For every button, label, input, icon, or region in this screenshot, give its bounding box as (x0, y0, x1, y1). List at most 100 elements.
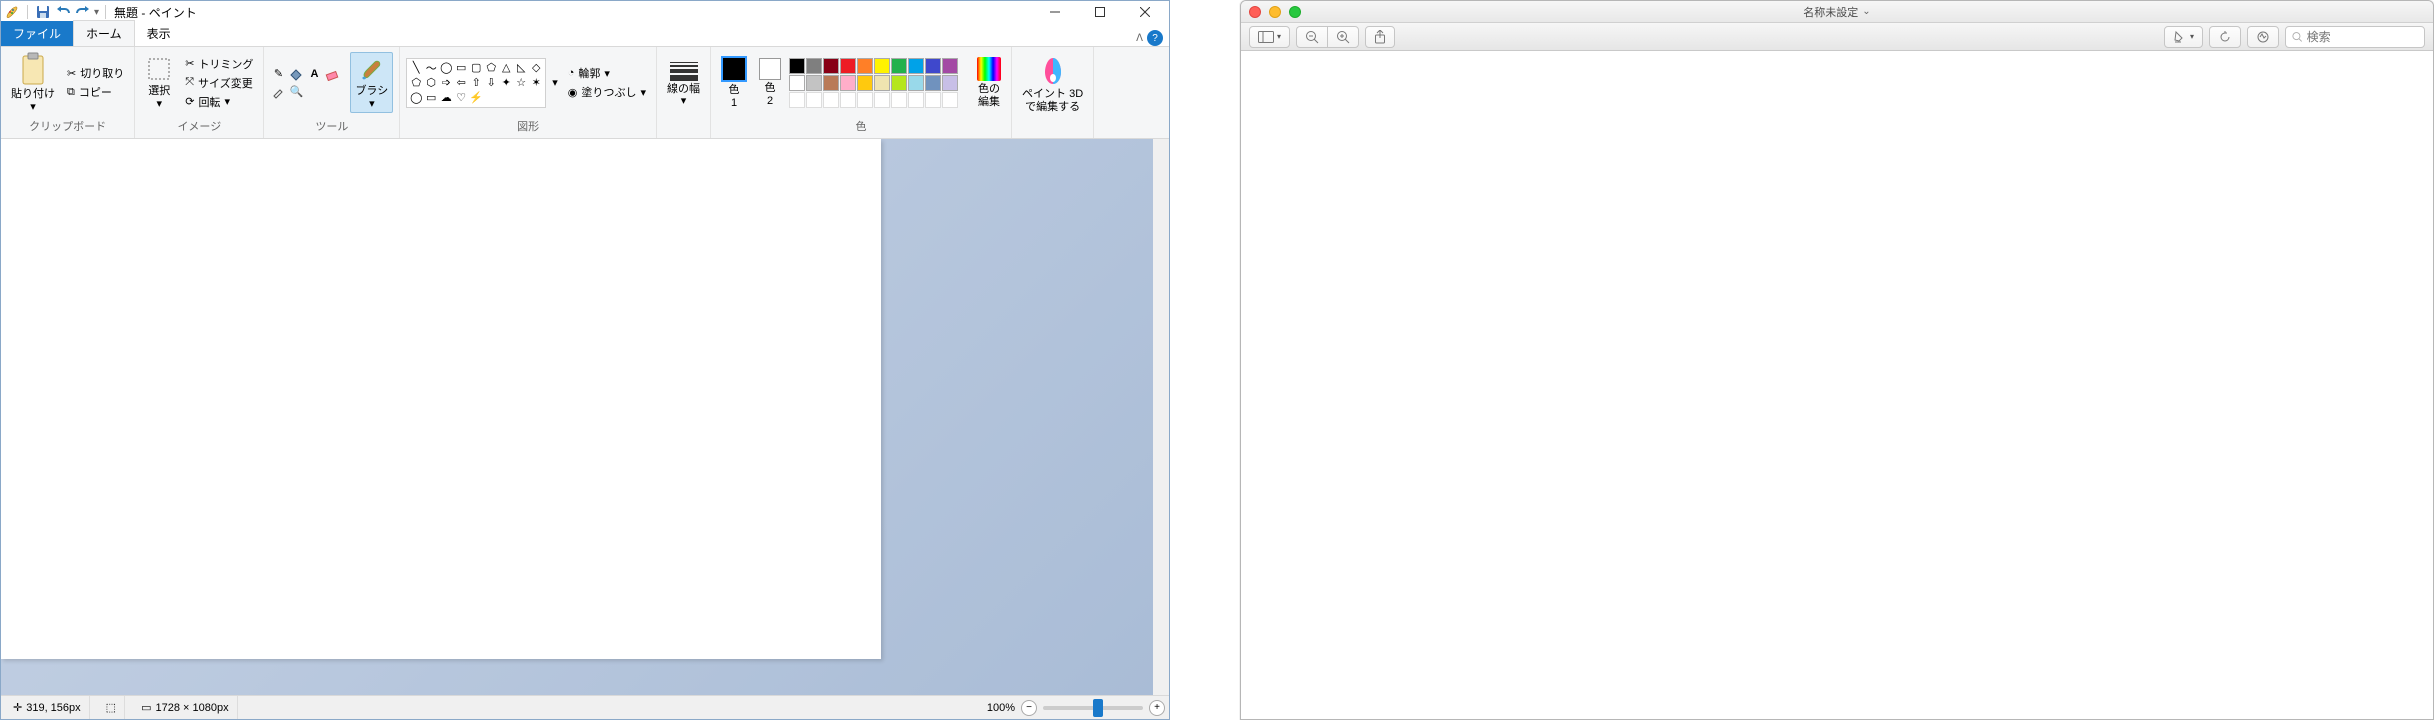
palette-swatch-empty[interactable] (942, 92, 958, 108)
shape-arrow-d[interactable]: ⇩ (484, 76, 498, 90)
resize-button[interactable]: ⤧サイズ変更 (181, 74, 257, 92)
tab-file[interactable]: ファイル (1, 21, 73, 46)
highlight-button[interactable]: ▾ (2164, 26, 2203, 48)
shape-outline-button[interactable]: ◔輪郭 ▾ (564, 64, 650, 82)
markup-button[interactable] (2247, 26, 2279, 48)
palette-swatch-empty[interactable] (891, 92, 907, 108)
shape-hexagon[interactable]: ⬡ (424, 76, 438, 90)
shape-diamond[interactable]: ◇ (529, 61, 543, 75)
shape-arrow-l[interactable]: ⇦ (454, 76, 468, 90)
palette-swatch[interactable] (925, 75, 941, 91)
shape-arrow-r[interactable]: ➩ (439, 76, 453, 90)
brush-button[interactable]: ブラシ▾ (350, 52, 393, 112)
help-icon[interactable]: ? (1147, 30, 1163, 46)
maximize-button[interactable] (1077, 1, 1122, 23)
zoom-out-button[interactable]: − (1021, 700, 1037, 716)
cut-button[interactable]: ✂切り取り (63, 64, 128, 82)
eraser-tool[interactable] (324, 66, 340, 82)
palette-swatch-empty[interactable] (806, 92, 822, 108)
zoom-in-button[interactable]: + (1149, 700, 1165, 716)
palette-swatch-empty[interactable] (857, 92, 873, 108)
shape-rtriangle[interactable]: ◺ (514, 61, 528, 75)
palette-swatch-empty[interactable] (908, 92, 924, 108)
save-icon[interactable] (34, 3, 52, 21)
color2-button[interactable]: 色 2 (755, 56, 785, 108)
rotate-button[interactable]: ⟳回転 ▾ (181, 93, 257, 111)
title-dropdown-icon[interactable]: ⌄ (1862, 6, 1870, 17)
palette-swatch[interactable] (840, 75, 856, 91)
picker-tool[interactable] (270, 84, 286, 100)
palette-swatch[interactable] (840, 58, 856, 74)
close-button[interactable] (1249, 6, 1261, 18)
palette-swatch-empty[interactable] (789, 92, 805, 108)
pencil-tool[interactable]: ✎ (270, 66, 286, 82)
shape-oval[interactable]: ◯ (439, 61, 453, 75)
palette-swatch[interactable] (806, 75, 822, 91)
fill-tool[interactable] (288, 66, 304, 82)
shape-curve[interactable]: 〜 (424, 61, 438, 75)
scrollbar-vertical[interactable] (1153, 139, 1169, 695)
collapse-ribbon-icon[interactable]: ᐱ (1136, 33, 1143, 44)
qat-customize-icon[interactable]: ▾ (94, 7, 99, 18)
tab-home[interactable]: ホーム (73, 20, 135, 46)
palette-swatch[interactable] (857, 75, 873, 91)
close-button[interactable] (1122, 1, 1167, 23)
palette-swatch[interactable] (789, 58, 805, 74)
shape-triangle[interactable]: △ (499, 61, 513, 75)
palette-swatch-empty[interactable] (840, 92, 856, 108)
palette-swatch-empty[interactable] (823, 92, 839, 108)
palette-swatch[interactable] (823, 58, 839, 74)
palette-swatch-empty[interactable] (874, 92, 890, 108)
zoom-tool[interactable]: 🔍 (288, 84, 304, 100)
sidebar-button[interactable]: ▾ (1249, 26, 1290, 48)
zoom-out-button[interactable] (1296, 26, 1327, 48)
document-area[interactable] (1241, 51, 2433, 719)
crop-button[interactable]: ✂トリミング (181, 55, 257, 73)
shape-rect[interactable]: ▭ (454, 61, 468, 75)
text-tool[interactable]: A (306, 66, 322, 82)
shape-lightning[interactable]: ⚡ (469, 91, 483, 105)
paint3d-button[interactable]: ペイント 3Dで編集する (1018, 54, 1087, 114)
shape-polygon[interactable]: ⬠ (484, 61, 498, 75)
search-field[interactable] (2285, 26, 2425, 48)
color1-button[interactable]: 色 1 (717, 54, 751, 110)
minimize-button[interactable] (1269, 6, 1281, 18)
shape-arrow-u[interactable]: ⇧ (469, 76, 483, 90)
palette-swatch[interactable] (942, 58, 958, 74)
rotate-button[interactable] (2209, 26, 2241, 48)
shape-callout-rect[interactable]: ▭ (424, 91, 438, 105)
shape-pentagon[interactable]: ⬠ (409, 76, 423, 90)
shape-fill-button[interactable]: ◉塗りつぶし ▾ (564, 83, 650, 101)
palette-swatch[interactable] (891, 75, 907, 91)
shape-line[interactable]: ╲ (409, 61, 423, 75)
search-input[interactable] (2307, 30, 2418, 44)
palette-swatch[interactable] (806, 58, 822, 74)
shape-callout-round[interactable]: ◯ (409, 91, 423, 105)
edit-colors-button[interactable]: 色の 編集 (973, 55, 1005, 109)
shape-roundrect[interactable]: ▢ (469, 61, 483, 75)
shape-heart[interactable]: ♡ (454, 91, 468, 105)
share-button[interactable] (1365, 26, 1395, 48)
shape-6star[interactable]: ✶ (529, 76, 543, 90)
palette-swatch[interactable] (891, 58, 907, 74)
shape-4star[interactable]: ✦ (499, 76, 513, 90)
shape-5star[interactable]: ☆ (514, 76, 528, 90)
zoom-in-button[interactable] (1327, 26, 1359, 48)
redo-icon[interactable] (74, 3, 92, 21)
palette-swatch[interactable] (942, 75, 958, 91)
palette-swatch[interactable] (874, 58, 890, 74)
palette-swatch[interactable] (874, 75, 890, 91)
palette-swatch[interactable] (789, 75, 805, 91)
zoom-slider[interactable] (1043, 706, 1143, 710)
palette-swatch[interactable] (857, 58, 873, 74)
shapes-expand-icon[interactable]: ▾ (550, 76, 560, 89)
paste-button[interactable]: 貼り付け▾ (7, 50, 59, 114)
palette-swatch[interactable] (908, 58, 924, 74)
palette-swatch[interactable] (823, 75, 839, 91)
size-button[interactable]: 線の幅▾ (663, 60, 704, 109)
undo-icon[interactable] (54, 3, 72, 21)
copy-button[interactable]: ⧉コピー (63, 83, 128, 101)
canvas[interactable] (1, 139, 881, 659)
shape-gallery[interactable]: ╲ 〜 ◯ ▭ ▢ ⬠ △ ◺ ◇ ⬠ ⬡ ➩ ⇦ ⇧ ⇩ ✦ ☆ (406, 58, 546, 108)
palette-swatch[interactable] (925, 58, 941, 74)
